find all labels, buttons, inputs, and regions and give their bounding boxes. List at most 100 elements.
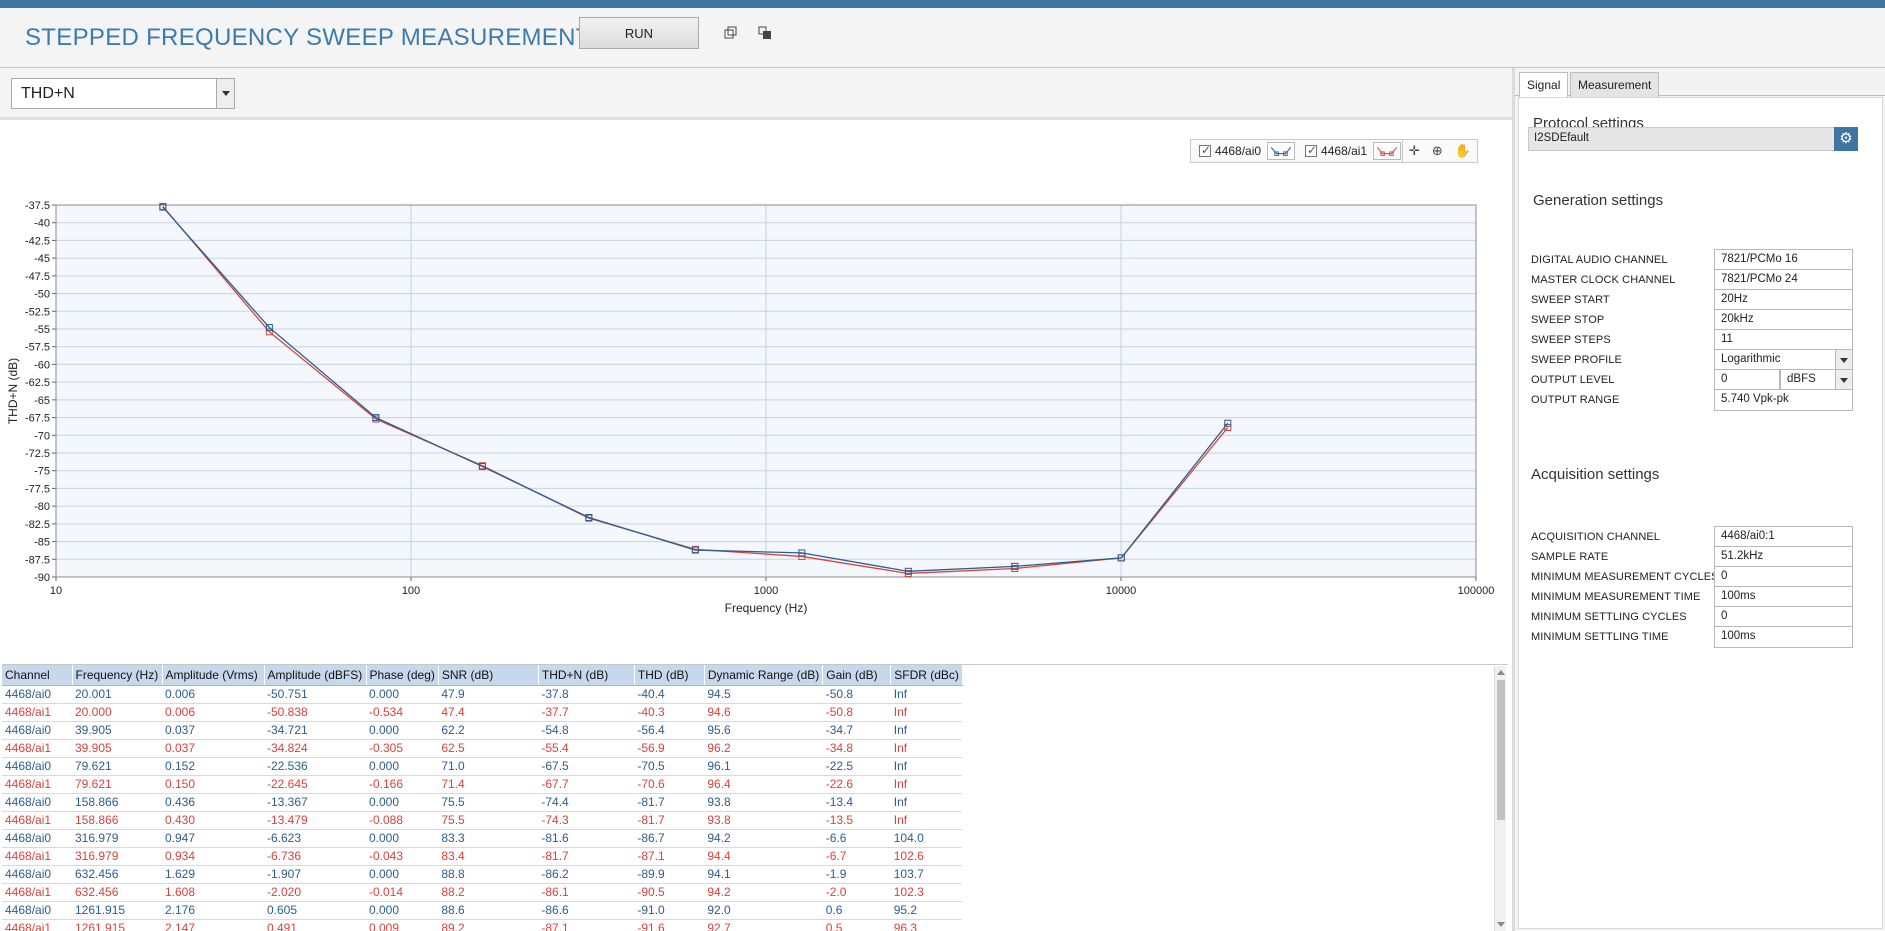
table-row[interactable]: 4468/ai0 39.905 0.037 -34.721 0.000 62.2 -54.8… — [2, 721, 963, 740]
pan-hand-icon[interactable]: ✋ — [1455, 143, 1471, 159]
output-level-unit-select[interactable]: dBFS — [1780, 369, 1836, 391]
legend-checkbox-ai1[interactable] — [1305, 143, 1317, 157]
column-header[interactable]: THD (dB) — [634, 665, 705, 686]
column-header[interactable]: Amplitude (Vrms) — [162, 665, 265, 686]
column-header[interactable]: THD+N (dB) — [538, 665, 635, 686]
min-settling-cycles-label: MINIMUM SETTLING CYCLES — [1531, 611, 1687, 623]
table-row[interactable]: 4468/ai1 20.000 0.006 -50.838 -0.534 47.4 -37.… — [2, 703, 963, 722]
min-settling-time-label: MINIMUM SETTLING TIME — [1531, 631, 1669, 643]
settings-tabs: Signal Measurement — [1515, 72, 1885, 98]
table-cell: 102.6 — [890, 847, 963, 866]
restore-window-icon[interactable] — [724, 26, 738, 40]
sweep-stop-field[interactable]: 20kHz — [1714, 309, 1853, 331]
scroll-thumb[interactable] — [1497, 680, 1505, 820]
table-cell: 20.001 — [72, 685, 162, 704]
table-cell: -50.751 — [264, 685, 366, 704]
min-measurement-time-label: MINIMUM MEASUREMENT TIME — [1531, 591, 1701, 603]
table-scrollbar[interactable] — [1494, 666, 1506, 931]
table-cell: -40.4 — [634, 685, 705, 704]
table-row[interactable]: 4468/ai1 1261.915 2.147 0.491 0.009 89.2 -87.1… — [2, 919, 963, 931]
sweep-steps-field[interactable]: 11 — [1714, 329, 1853, 351]
thdn-chart[interactable]: -37.5 -40 -42.5 -45 -47.5 -50 -52.5 -55 -57.5 -60… — [0, 123, 1512, 661]
table-row[interactable]: 4468/ai1 79.621 0.150 -22.645 -0.166 71.4 -67.… — [2, 775, 963, 794]
y-tick-label: -90 — [34, 572, 50, 584]
series-style-ai0-icon[interactable] — [1267, 142, 1296, 160]
master-clock-channel-field[interactable]: 7821/PCMo 24 — [1714, 269, 1853, 291]
column-header[interactable]: Gain (dB) — [822, 665, 892, 686]
column-header[interactable]: Amplitude (dBFS) — [264, 665, 367, 686]
digital-audio-channel-label: DIGITAL AUDIO CHANNEL — [1531, 254, 1668, 266]
min-measurement-time-field[interactable]: 100ms — [1714, 586, 1853, 608]
table-row[interactable]: 4468/ai0 1261.915 2.176 0.605 0.000 88.6 -86.6… — [2, 901, 963, 920]
y-tick-label: -45 — [34, 253, 50, 265]
table-cell: Inf — [890, 739, 963, 758]
table-cell: -0.088 — [366, 811, 439, 830]
min-settling-time-field[interactable]: 100ms — [1714, 626, 1853, 648]
protocol-field[interactable]: I2SDEfault — [1528, 127, 1858, 151]
acquisition-channel-field[interactable]: 4468/ai0:1 — [1714, 526, 1853, 548]
column-header[interactable]: SFDR (dBc) — [890, 665, 963, 686]
table-cell: 88.6 — [438, 901, 539, 920]
table-cell: 103.7 — [890, 865, 963, 884]
chevron-down-icon[interactable] — [1835, 349, 1853, 371]
scroll-down-icon[interactable] — [1497, 922, 1505, 927]
y-tick-label: -82.5 — [25, 519, 50, 531]
sweep-profile-select[interactable]: Logarithmic — [1714, 349, 1836, 371]
table-row[interactable]: 4468/ai0 632.456 1.629 -1.907 0.000 88.8 -86.2… — [2, 865, 963, 884]
legend-label-ai0: 4468/ai0 — [1215, 144, 1262, 158]
table-cell: 4468/ai0 — [2, 685, 72, 704]
table-row[interactable]: 4468/ai0 316.979 0.947 -6.623 0.000 83.3 -81.6… — [2, 829, 963, 848]
column-header[interactable]: SNR (dB) — [438, 665, 539, 686]
min-measurement-cycles-field[interactable]: 0 — [1714, 566, 1853, 588]
sample-rate-field[interactable]: 51.2kHz — [1714, 546, 1853, 568]
zoom-tool-icon[interactable]: ⊕ — [1432, 143, 1443, 159]
cursor-tool-icon[interactable]: ✛ — [1409, 143, 1420, 159]
table-row[interactable]: 4468/ai0 158.866 0.436 -13.367 0.000 75.5 -74.… — [2, 793, 963, 812]
y-tick-label: -85 — [34, 537, 50, 549]
output-level-label: OUTPUT LEVEL — [1531, 374, 1615, 386]
digital-audio-channel-field[interactable]: 7821/PCMo 16 — [1714, 249, 1853, 271]
table-cell: -6.7 — [822, 847, 891, 866]
table-cell: -56.9 — [634, 739, 705, 758]
table-cell: -0.534 — [366, 703, 439, 722]
measurement-select[interactable]: THD+N — [11, 78, 235, 109]
table-cell: 93.8 — [704, 811, 823, 830]
gear-icon[interactable]: ⚙ — [1834, 127, 1858, 151]
column-header[interactable]: Dynamic Range (dB) — [704, 665, 824, 686]
y-tick-label: -52.5 — [25, 306, 50, 318]
table-row[interactable]: 4468/ai1 158.866 0.430 -13.479 -0.088 75.5 -74… — [2, 811, 963, 830]
table-cell: -89.9 — [634, 865, 705, 884]
table-cell: 39.905 — [72, 739, 162, 758]
legend-checkbox-ai0[interactable] — [1199, 143, 1211, 157]
table-cell: -50.8 — [822, 685, 891, 704]
tab-measurement[interactable]: Measurement — [1570, 72, 1660, 97]
output-level-field[interactable]: 0 — [1714, 369, 1780, 391]
signal-settings — [1518, 97, 1883, 929]
table-cell: 83.4 — [438, 847, 539, 866]
table-cell: -0.305 — [366, 739, 439, 758]
table-row[interactable]: 4468/ai0 20.001 0.006 -50.751 0.000 47.9 -37.8… — [2, 685, 963, 704]
table-cell: 4468/ai1 — [2, 847, 72, 866]
table-cell: 94.6 — [704, 703, 823, 722]
sweep-start-field[interactable]: 20Hz — [1714, 289, 1853, 311]
table-cell: -50.838 — [264, 703, 366, 722]
chevron-down-icon[interactable] — [1835, 369, 1853, 391]
column-header[interactable]: Phase (deg) — [366, 665, 439, 686]
table-row[interactable]: 4468/ai0 79.621 0.152 -22.536 0.000 71.0 -67.5… — [2, 757, 963, 776]
table-row[interactable]: 4468/ai1 39.905 0.037 -34.824 -0.305 62.5 -55.… — [2, 739, 963, 758]
chevron-down-icon[interactable] — [216, 79, 234, 108]
series-style-ai1-icon[interactable] — [1373, 142, 1402, 160]
table-row[interactable]: 4468/ai1 632.456 1.608 -2.020 -0.014 88.2 -86.… — [2, 883, 963, 902]
run-button[interactable]: RUN — [579, 17, 699, 49]
tab-signal[interactable]: Signal — [1519, 72, 1569, 98]
min-settling-cycles-field[interactable]: 0 — [1714, 606, 1853, 628]
table-row[interactable]: 4468/ai1 316.979 0.934 -6.736 -0.043 83.4 -81.… — [2, 847, 963, 866]
column-header[interactable]: Frequency (Hz) — [72, 665, 163, 686]
y-tick-label: -50 — [34, 289, 50, 301]
column-header[interactable]: Channel — [2, 665, 73, 686]
scroll-up-icon[interactable] — [1497, 670, 1505, 675]
table-cell: 0.037 — [162, 721, 264, 740]
table-cell: -6.736 — [264, 847, 366, 866]
popout-window-icon[interactable] — [758, 26, 772, 40]
output-range-label: OUTPUT RANGE — [1531, 394, 1620, 406]
